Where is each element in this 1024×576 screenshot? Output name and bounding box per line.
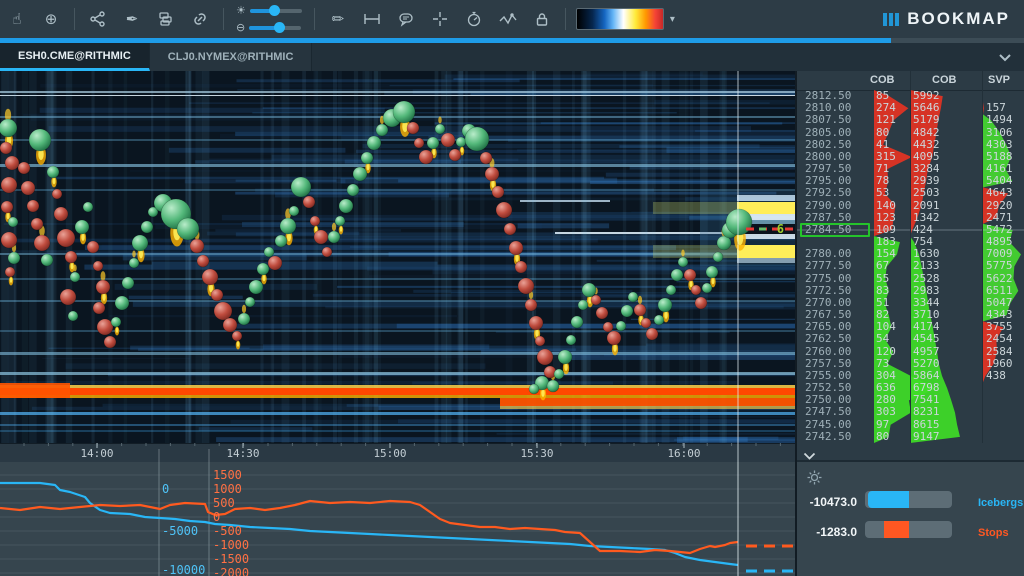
bookmap-logo-text: BOOKMAP bbox=[907, 9, 1010, 29]
col-header-cob1: COB bbox=[870, 74, 894, 86]
toolbar-separator bbox=[74, 8, 75, 30]
drawing-tool-icon[interactable]: ✒ bbox=[117, 6, 147, 32]
stops-axis-label: -1500 bbox=[213, 552, 249, 566]
last-trade-size-label: 6 bbox=[777, 222, 784, 236]
tab-clj0-nymex[interactable]: CLJ0.NYMEX@RITHMIC bbox=[150, 43, 313, 71]
measure-icon[interactable] bbox=[357, 6, 387, 32]
gear-icon[interactable] bbox=[806, 469, 823, 491]
icebergs-axis-label: 0 bbox=[162, 482, 169, 496]
toolbar-separator bbox=[314, 8, 315, 30]
contrast-slider[interactable] bbox=[249, 26, 301, 30]
time-axis-label: 14:00 bbox=[80, 447, 113, 460]
heatmap-chart[interactable]: 6 bbox=[0, 71, 795, 443]
colormap-dropdown-icon[interactable]: ▾ bbox=[670, 14, 675, 25]
bookmap-logo: BOOKMAP bbox=[883, 9, 1010, 29]
link-icon[interactable] bbox=[185, 6, 215, 32]
stops-axis-label: 0 bbox=[213, 510, 220, 524]
note-icon[interactable] bbox=[391, 6, 421, 32]
share-icon[interactable] bbox=[83, 6, 113, 32]
icebergs-label: Icebergs bbox=[978, 497, 1023, 509]
colormap-select[interactable] bbox=[576, 8, 664, 30]
stops-axis-label: 500 bbox=[213, 496, 235, 510]
instrument-tab-bar: ESH0.CME@RITHMIC CLJ0.NYMEX@RITHMIC bbox=[0, 43, 1024, 72]
icebergs-slider[interactable] bbox=[865, 491, 952, 508]
contrast-icon: ⊖ bbox=[236, 21, 245, 34]
stops-axis-label: 1500 bbox=[213, 468, 242, 482]
toolbar-separator bbox=[223, 8, 224, 30]
stops-label: Stops bbox=[978, 527, 1009, 539]
main-toolbar: ☝ ⊕ ✒ ☀ ⊖ ✏ bbox=[0, 0, 1024, 38]
stops-axis-label: -500 bbox=[213, 524, 242, 538]
icebergs-value: -10473.0 bbox=[797, 495, 857, 509]
stops-slider[interactable] bbox=[865, 521, 952, 538]
brightness-slider[interactable] bbox=[250, 9, 302, 13]
studies-panel: -10473.0 Icebergs -1283.0 Stops bbox=[797, 460, 1024, 576]
ladder-divider bbox=[982, 71, 983, 443]
col-header-svp: SVP bbox=[988, 74, 1010, 86]
lock-icon[interactable] bbox=[527, 6, 557, 32]
zoom-area-icon[interactable]: ⊕ bbox=[36, 6, 66, 32]
bookmap-window: ☝ ⊕ ✒ ☀ ⊖ ✏ bbox=[0, 0, 1024, 576]
pulse-icon[interactable] bbox=[493, 6, 523, 32]
last-price-box bbox=[800, 223, 870, 237]
stops-axis-label: 1000 bbox=[213, 482, 242, 496]
icebergs-axis-label: -5000 bbox=[162, 524, 198, 538]
tab-esh0-cme[interactable]: ESH0.CME@RITHMIC bbox=[0, 43, 150, 71]
stops-value: -1283.0 bbox=[797, 525, 857, 539]
time-axis-label: 15:30 bbox=[520, 447, 553, 460]
stops-axis-label: -1000 bbox=[213, 538, 249, 552]
indicator-subchart[interactable]: 0-5000-10000150010005000-500-1000-1500-2… bbox=[0, 462, 795, 576]
pencil-icon[interactable]: ✏ bbox=[323, 6, 353, 32]
ladder-divider bbox=[910, 71, 911, 443]
timer-icon[interactable] bbox=[459, 6, 489, 32]
crosshair-icon[interactable] bbox=[425, 6, 455, 32]
hand-tool-icon[interactable]: ☝ bbox=[2, 6, 32, 32]
toolbar-separator bbox=[565, 8, 566, 30]
layers-icon[interactable] bbox=[151, 6, 181, 32]
tab-overflow-chevron-icon[interactable] bbox=[986, 43, 1024, 71]
icebergs-axis-label: -10000 bbox=[162, 563, 205, 576]
time-axis-label: 14:30 bbox=[226, 447, 259, 460]
time-axis-label: 15:00 bbox=[373, 447, 406, 460]
brightness-icon: ☀ bbox=[236, 4, 246, 17]
col-header-cob2: COB bbox=[932, 74, 956, 86]
bookmap-logo-icon bbox=[883, 13, 899, 26]
display-sliders: ☀ ⊖ bbox=[236, 4, 302, 34]
stops-axis-label: -2000 bbox=[213, 566, 249, 576]
time-axis-label: 16:00 bbox=[667, 447, 700, 460]
time-axis: 14:00 14:30 15:00 15:30 16:00 bbox=[0, 443, 795, 462]
dom-panel: COB COB SVP 2812.508559922810.0027456461… bbox=[795, 71, 1024, 576]
